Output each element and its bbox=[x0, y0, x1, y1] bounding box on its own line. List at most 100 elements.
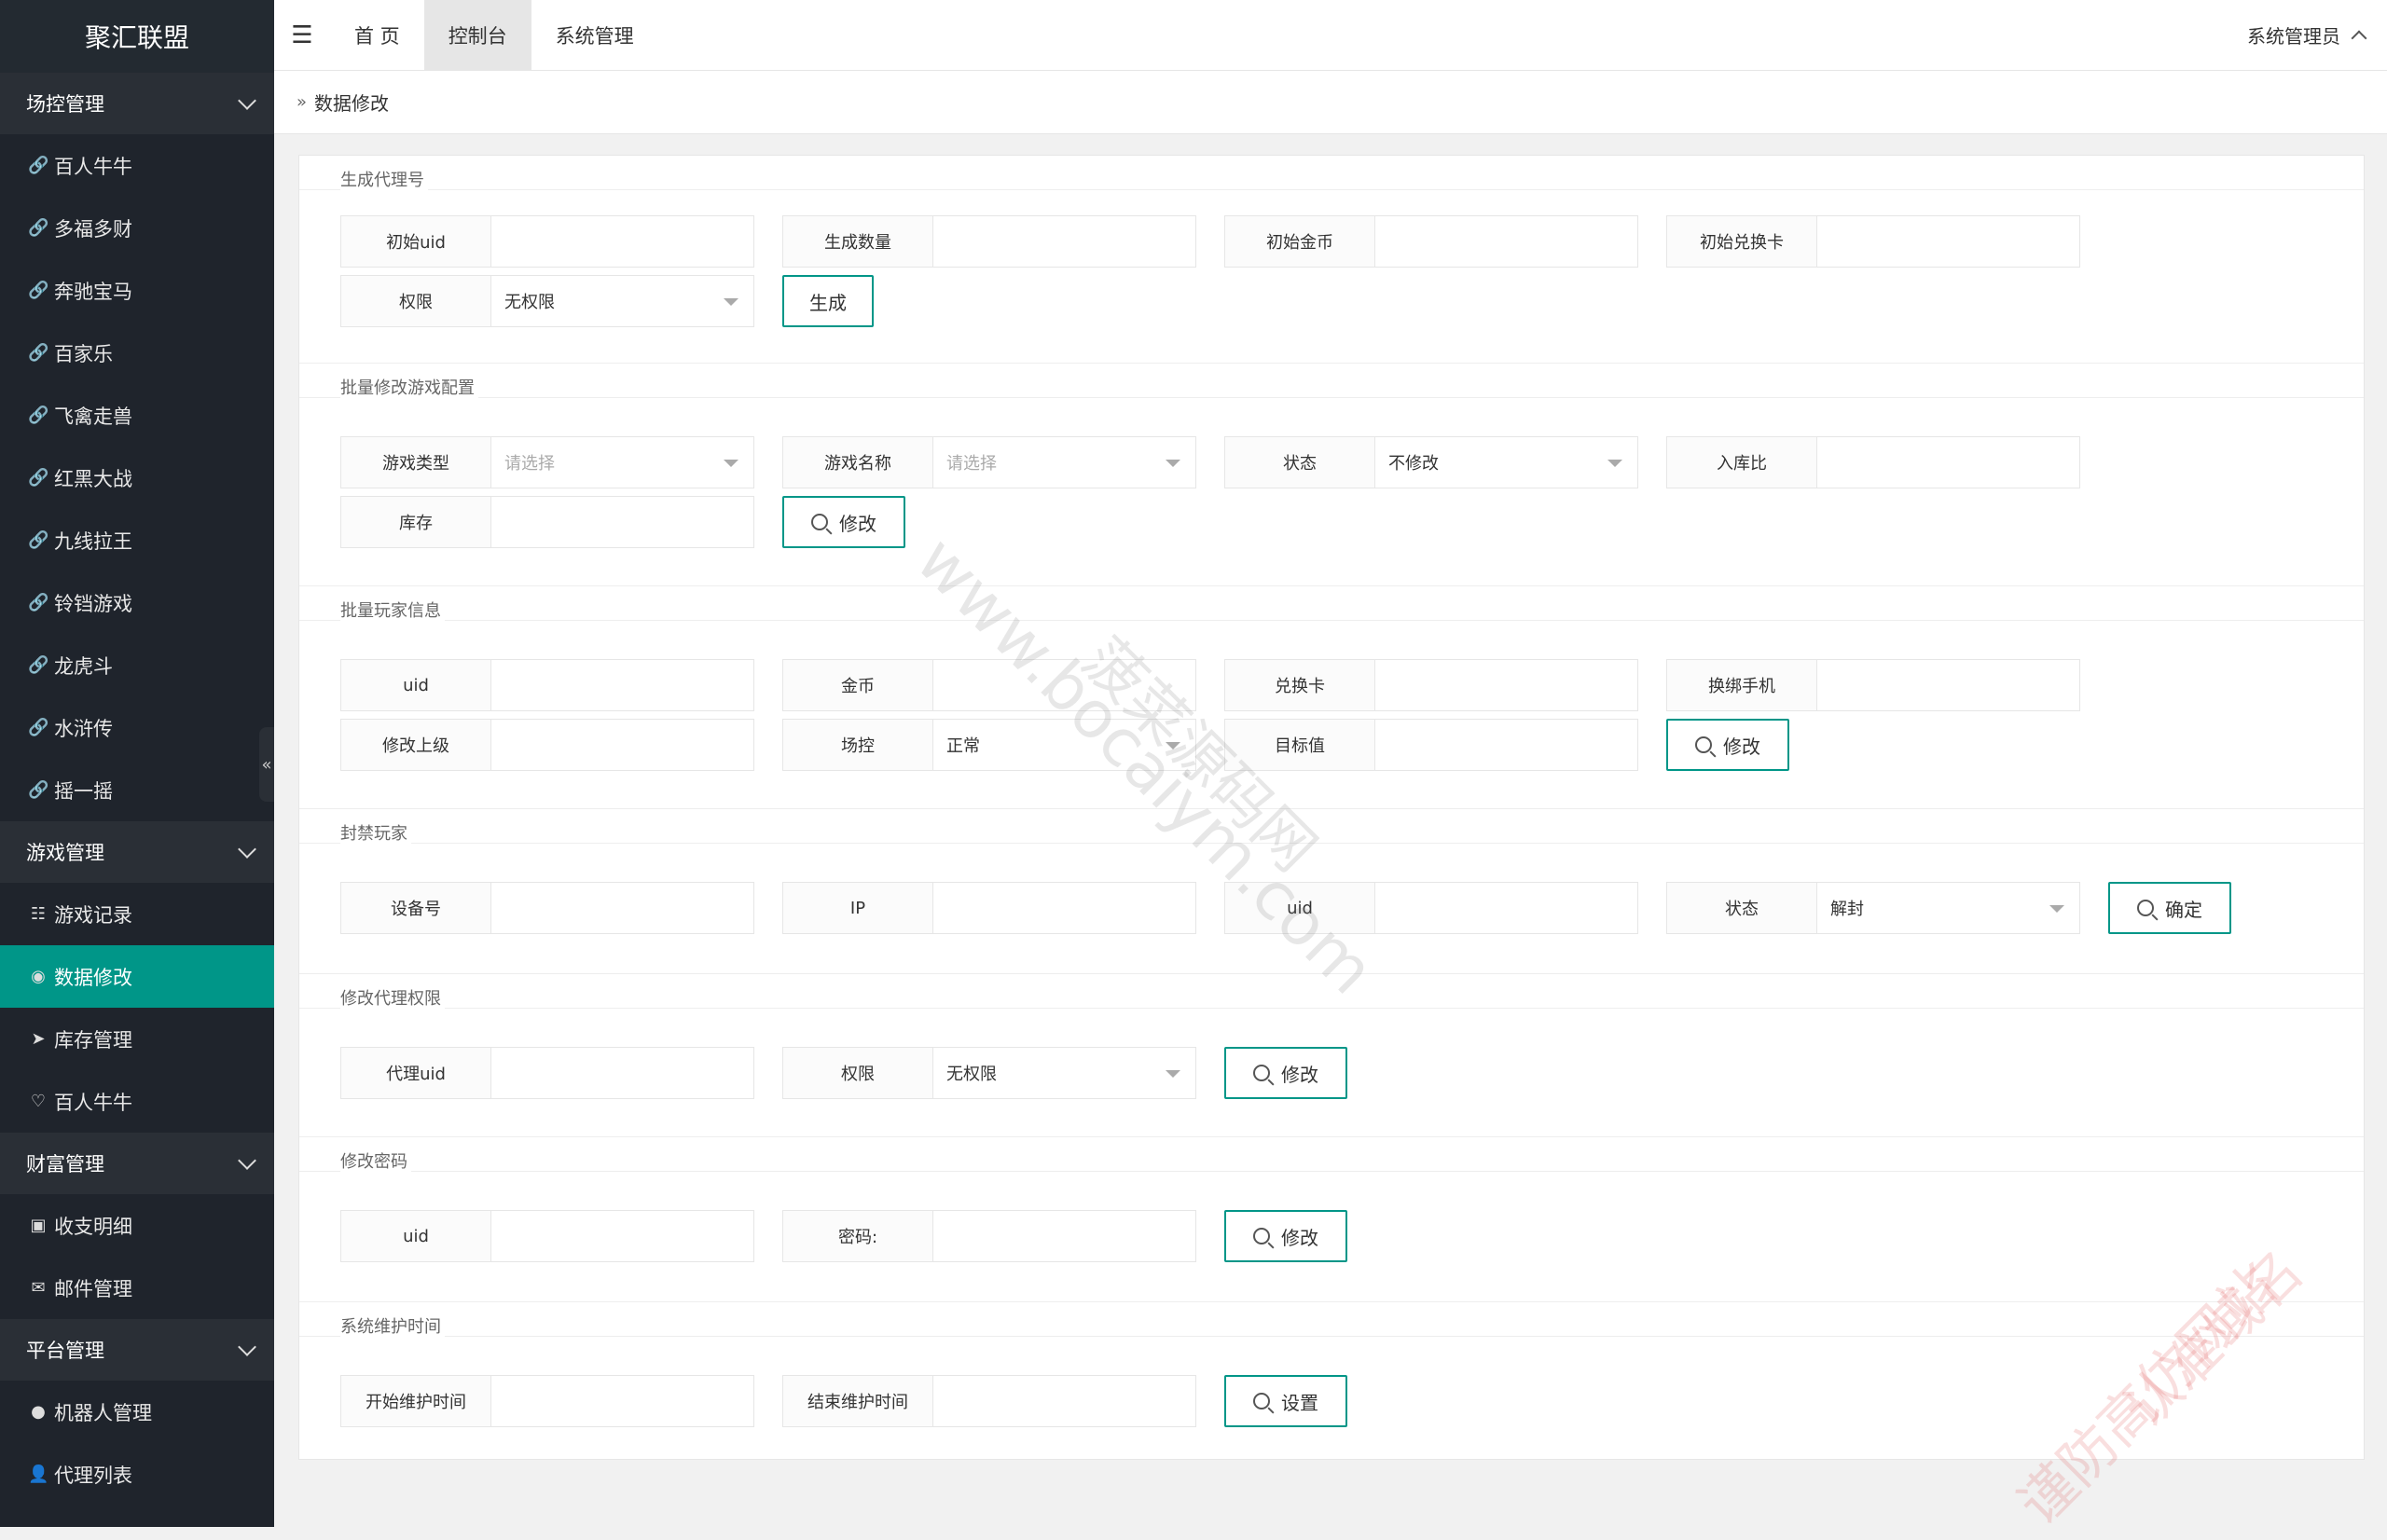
sidebar-item[interactable]: ☷ 游戏记录 bbox=[0, 883, 274, 945]
sidebar-group-platform[interactable]: 平台管理 bbox=[0, 1319, 274, 1381]
field-label: 生成数量 bbox=[782, 215, 933, 268]
tab-console[interactable]: 控制台 bbox=[423, 0, 531, 70]
field-label: 开始维护时间 bbox=[340, 1375, 491, 1427]
sidebar-item-label: 游戏记录 bbox=[54, 903, 132, 927]
field-initial-uid: 初始uid bbox=[340, 215, 754, 268]
permission-select[interactable]: 无权限 bbox=[491, 275, 754, 327]
modify-agent-button[interactable]: 修改 bbox=[1224, 1047, 1347, 1099]
generate-button[interactable]: 生成 bbox=[782, 275, 874, 327]
link-icon: 🔗 bbox=[28, 406, 49, 425]
android-icon: ● bbox=[31, 1402, 46, 1422]
modify-game-button[interactable]: 修改 bbox=[782, 496, 905, 548]
sidebar-item-label: 百家乐 bbox=[54, 342, 113, 365]
sidebar-item[interactable]: 🔗 九线拉王 bbox=[0, 509, 274, 571]
game-name-select[interactable]: 请选择 bbox=[933, 436, 1196, 488]
field-label: 场控 bbox=[782, 719, 933, 771]
set-maintenance-button[interactable]: 设置 bbox=[1224, 1375, 1347, 1427]
ban-uid-input[interactable] bbox=[1375, 882, 1638, 934]
gen-count-input[interactable] bbox=[933, 215, 1196, 268]
agent-perm-select[interactable]: 无权限 bbox=[933, 1047, 1196, 1099]
section-batch-player: 批量玩家信息 uid 金币 兑换卡 换绑手机 修改上级 场控 正常 目标值 修改 bbox=[299, 586, 2364, 809]
form-row: 开始维护时间 结束维护时间 设置 bbox=[340, 1375, 1347, 1427]
chevron-down-icon bbox=[238, 91, 256, 110]
field-label: 密码: bbox=[782, 1210, 933, 1262]
group-label: 游戏管理 bbox=[26, 842, 104, 864]
sidebar-item[interactable]: ● 机器人管理 bbox=[0, 1381, 274, 1443]
divider bbox=[299, 620, 2364, 621]
link-icon: 🔗 bbox=[28, 218, 49, 238]
ratio-input[interactable] bbox=[1817, 436, 2080, 488]
parent-input[interactable] bbox=[491, 719, 754, 771]
uid-input[interactable] bbox=[491, 659, 754, 711]
stock-input[interactable] bbox=[491, 496, 754, 548]
sidebar-item[interactable]: 🔗 百人牛牛 bbox=[0, 134, 274, 197]
link-icon: 🔗 bbox=[28, 718, 49, 737]
sidebar-item[interactable]: 🔗 多福多财 bbox=[0, 197, 274, 259]
sidebar-item[interactable]: 🔗 奔驰宝马 bbox=[0, 259, 274, 322]
field-label: uid bbox=[340, 659, 491, 711]
password-input[interactable] bbox=[933, 1210, 1196, 1262]
list-icon: ☷ bbox=[30, 904, 47, 924]
sidebar-group-wealth[interactable]: 财富管理 bbox=[0, 1133, 274, 1194]
field-label: 设备号 bbox=[340, 882, 491, 934]
sidebar-item[interactable]: ▣ 收支明细 bbox=[0, 1194, 274, 1257]
section-title: 生成代理号 bbox=[340, 167, 428, 191]
button-label: 修改 bbox=[1281, 1063, 1318, 1086]
select-value: 解封 bbox=[1830, 900, 1864, 919]
sidebar-item-label: 水浒传 bbox=[54, 717, 113, 740]
section-batch-game-config: 批量修改游戏配置 游戏类型 请选择 游戏名称 请选择 状态 不修改 入库比 库存 修改 bbox=[299, 364, 2364, 586]
sidebar-item[interactable]: 👤 代理列表 bbox=[0, 1443, 274, 1506]
initial-gold-input[interactable] bbox=[1375, 215, 1638, 268]
sidebar-item[interactable]: 🔗 铃铛游戏 bbox=[0, 571, 274, 634]
initial-uid-input[interactable] bbox=[491, 215, 754, 268]
button-label: 修改 bbox=[1723, 735, 1760, 758]
status-select[interactable]: 不修改 bbox=[1375, 436, 1638, 488]
content-card: 生成代理号 初始uid 生成数量 初始金币 初始兑换卡 权限 无权限 生成 批量修… bbox=[298, 155, 2365, 1460]
sidebar-item[interactable]: ♡ 百人牛牛 bbox=[0, 1070, 274, 1133]
section-title: 批量修改游戏配置 bbox=[340, 375, 478, 399]
sidebar-item[interactable]: ➤ 库存管理 bbox=[0, 1008, 274, 1070]
user-menu[interactable]: 系统管理员 bbox=[2247, 0, 2387, 70]
start-time-input[interactable] bbox=[491, 1375, 754, 1427]
link-icon: 🔗 bbox=[28, 780, 49, 800]
caret-down-icon bbox=[1166, 460, 1180, 467]
device-input[interactable] bbox=[491, 882, 754, 934]
search-icon bbox=[2137, 900, 2154, 916]
collapse-sidebar-button[interactable]: « bbox=[259, 727, 274, 802]
ip-input[interactable] bbox=[933, 882, 1196, 934]
sidebar-item[interactable]: ✉ 邮件管理 bbox=[0, 1257, 274, 1319]
sidebar-item[interactable]: 🔗 摇一摇 bbox=[0, 759, 274, 821]
sidebar-item-active[interactable]: ◉ 数据修改 bbox=[0, 945, 274, 1008]
phone-input[interactable] bbox=[1817, 659, 2080, 711]
field-label: 初始兑换卡 bbox=[1666, 215, 1817, 268]
card-input[interactable] bbox=[1375, 659, 1638, 711]
top-nav: ☰ 首 页 控制台 系统管理 系统管理员 bbox=[274, 0, 2387, 71]
ban-status-select[interactable]: 解封 bbox=[1817, 882, 2080, 934]
sidebar-item[interactable]: 🔗 百家乐 bbox=[0, 322, 274, 384]
field-agent-uid: 代理uid bbox=[340, 1047, 754, 1099]
send-icon: ➤ bbox=[31, 1029, 46, 1049]
initial-card-input[interactable] bbox=[1817, 215, 2080, 268]
agent-uid-input[interactable] bbox=[491, 1047, 754, 1099]
menu-toggle-icon[interactable]: ☰ bbox=[274, 0, 330, 70]
search-icon bbox=[1253, 1065, 1270, 1081]
sidebar-item-label: 多福多财 bbox=[54, 217, 132, 241]
tab-system[interactable]: 系统管理 bbox=[531, 0, 658, 70]
sidebar-item[interactable]: 🔗 飞禽走兽 bbox=[0, 384, 274, 447]
modify-player-button[interactable]: 修改 bbox=[1666, 719, 1789, 771]
sidebar-item[interactable]: 🔗 龙虎斗 bbox=[0, 634, 274, 696]
game-type-select[interactable]: 请选择 bbox=[491, 436, 754, 488]
confirm-ban-button[interactable]: 确定 bbox=[2108, 882, 2231, 934]
target-input[interactable] bbox=[1375, 719, 1638, 771]
tab-home[interactable]: 首 页 bbox=[330, 0, 424, 70]
pwd-uid-input[interactable] bbox=[491, 1210, 754, 1262]
sidebar-group-field-control[interactable]: 场控管理 bbox=[0, 73, 274, 134]
link-icon: 🔗 bbox=[28, 281, 49, 300]
end-time-input[interactable] bbox=[933, 1375, 1196, 1427]
sidebar-item[interactable]: 🔗 红黑大战 bbox=[0, 447, 274, 509]
field-card: 兑换卡 bbox=[1224, 659, 1638, 711]
sidebar-group-game[interactable]: 游戏管理 bbox=[0, 821, 274, 883]
sidebar-item[interactable]: 🔗 水浒传 bbox=[0, 696, 274, 759]
modify-password-button[interactable]: 修改 bbox=[1224, 1210, 1347, 1262]
field-gen-count: 生成数量 bbox=[782, 215, 1196, 268]
